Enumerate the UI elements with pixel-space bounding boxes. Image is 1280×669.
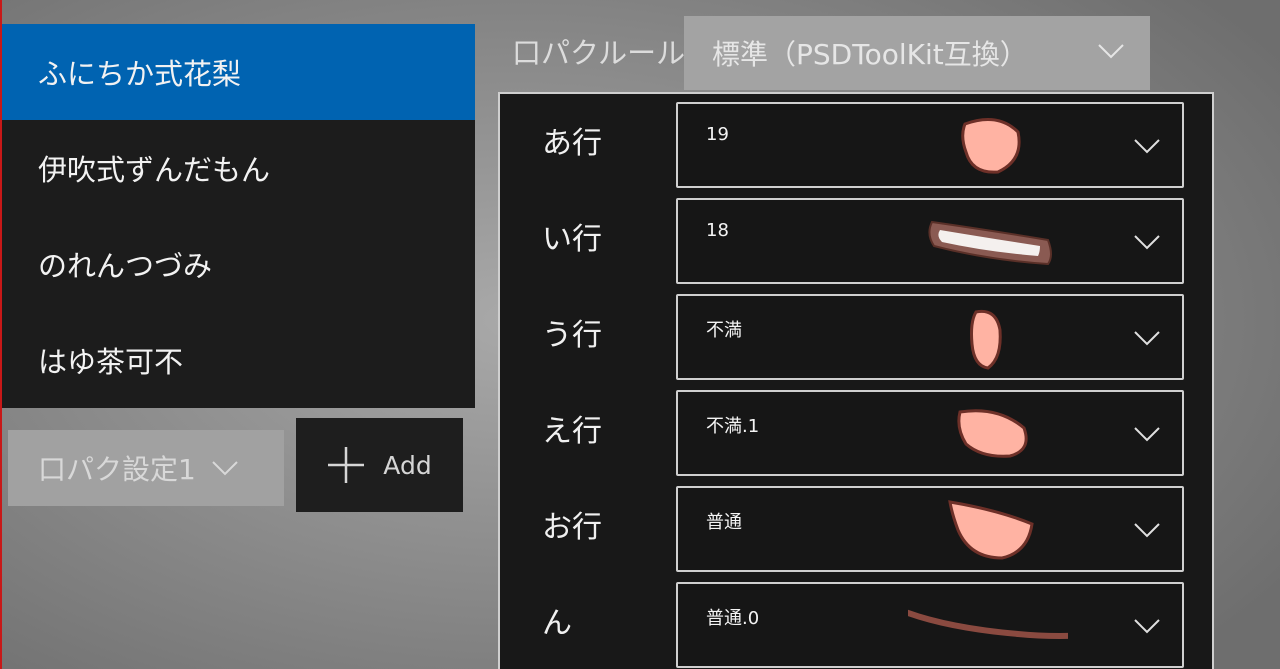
add-button[interactable]: Add [296,418,463,512]
vowel-label: あ行 [542,126,602,161]
mapping-row: お行 普通 [500,482,1212,578]
character-name: ふにちか式花梨 [38,57,242,91]
rule-value: 標準（PSDToolKit互換） [712,38,1028,71]
chevron-down-icon [1134,138,1160,154]
character-name: はゆ茶可不 [38,345,184,379]
chevron-down-icon [1098,43,1124,59]
plus-icon [327,446,365,484]
mouth-preview-image [970,309,1002,370]
mouth-dropdown[interactable]: 不満.1 [676,390,1184,476]
mouth-preview-image [957,409,1028,458]
mouth-dropdown[interactable]: 普通 [676,486,1184,572]
mouth-mapping-panel: あ行 19 い行 18 う行 不満 え行 不満.1 お行 普通 ん 普通.0 [498,92,1214,669]
mapping-row: え行 不満.1 [500,386,1212,482]
mouth-preview-image [961,118,1021,174]
mapping-row: あ行 19 [500,98,1212,194]
mouth-value: 普通 [706,512,742,533]
character-name: のれんつづみ [38,249,213,283]
mouth-value: 19 [706,124,729,145]
vowel-label: え行 [542,414,602,449]
mouth-value: 不満.1 [706,416,760,437]
vowel-label: ん [542,606,572,641]
mouth-preview-image [948,500,1034,560]
mouth-dropdown[interactable]: 不満 [676,294,1184,380]
character-item[interactable]: 伊吹式ずんだもん [2,120,475,216]
preset-dropdown[interactable]: 口パク設定1 [8,430,284,506]
chevron-down-icon [1134,234,1160,250]
mouth-value: 普通.0 [706,608,760,629]
chevron-down-icon [1134,330,1160,346]
character-name: 伊吹式ずんだもん [38,153,271,187]
rule-label: 口パクルール [512,36,686,70]
chevron-down-icon [1134,522,1160,538]
mouth-preview-image [928,220,1052,266]
chevron-down-icon [1134,618,1160,634]
character-item[interactable]: ふにちか式花梨 [2,24,475,120]
mouth-dropdown[interactable]: 18 [676,198,1184,284]
mouth-dropdown[interactable]: 19 [676,102,1184,188]
chevron-down-icon [212,460,238,476]
character-item[interactable]: はゆ茶可不 [2,312,475,408]
mouth-value: 18 [706,220,729,241]
mouth-value: 不満 [706,320,742,341]
mapping-row: う行 不満 [500,290,1212,386]
rule-dropdown[interactable]: 標準（PSDToolKit互換） [684,16,1150,90]
vowel-label: い行 [542,222,602,257]
add-button-label: Add [383,450,432,480]
chevron-down-icon [1134,426,1160,442]
mouth-dropdown[interactable]: 普通.0 [676,582,1184,668]
preset-value: 口パク設定1 [38,453,196,486]
mapping-row: い行 18 [500,194,1212,290]
mapping-row: ん 普通.0 [500,578,1212,669]
mouth-preview-image [908,609,1068,639]
character-item[interactable]: のれんつづみ [2,216,475,312]
character-list: ふにちか式花梨 伊吹式ずんだもん のれんつづみ はゆ茶可不 [2,24,475,408]
vowel-label: う行 [542,318,602,353]
vowel-label: お行 [542,510,602,545]
